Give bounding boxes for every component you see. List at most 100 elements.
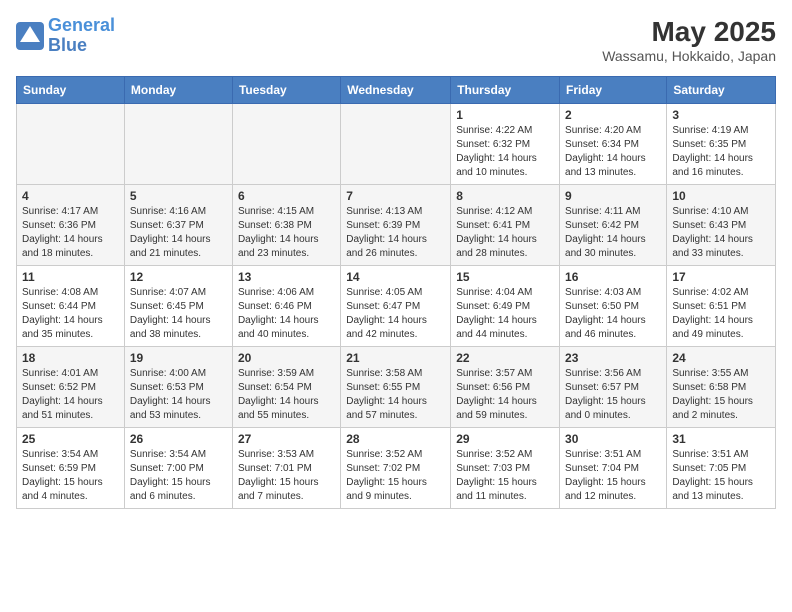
calendar-cell: 16 Sunrise: 4:03 AM Sunset: 6:50 PM Dayli… bbox=[560, 266, 667, 347]
calendar-cell: 20Sunrise: 3:59 AM Sunset: 6:54 PM Dayli… bbox=[232, 347, 340, 428]
logo-line2: Blue bbox=[48, 35, 87, 55]
calendar-week-5: 25Sunrise: 3:54 AM Sunset: 6:59 PM Dayli… bbox=[17, 428, 776, 509]
day-info: Sunrise: 3:57 AM Sunset: 6:56 PM Dayligh… bbox=[456, 367, 554, 423]
day-number: 8 bbox=[456, 189, 554, 203]
calendar-week-2: 4 Sunrise: 4:17 AM Sunset: 6:36 PM Daylig… bbox=[17, 185, 776, 266]
location-title: Wassamu, Hokkaido, Japan bbox=[602, 48, 776, 64]
logo-text: General Blue bbox=[48, 16, 115, 56]
day-info: Sunrise: 3:58 AM Sunset: 6:55 PM Dayligh… bbox=[346, 367, 445, 423]
day-number: 19 bbox=[130, 351, 227, 365]
day-number: 21 bbox=[346, 351, 445, 365]
day-info: Sunrise: 3:51 AM Sunset: 7:05 PM Dayligh… bbox=[672, 448, 770, 504]
day-number: 24 bbox=[672, 351, 770, 365]
weekday-header-wednesday: Wednesday bbox=[341, 77, 451, 104]
day-info: Sunrise: 4:16 AM Sunset: 6:37 PM Dayligh… bbox=[130, 205, 227, 261]
day-number: 3 bbox=[672, 108, 770, 122]
day-info: Sunrise: 4:19 AM Sunset: 6:35 PM Dayligh… bbox=[672, 124, 770, 180]
calendar-cell: 27Sunrise: 3:53 AM Sunset: 7:01 PM Dayli… bbox=[232, 428, 340, 509]
logo-icon bbox=[16, 22, 44, 50]
day-info: Sunrise: 4:20 AM Sunset: 6:34 PM Dayligh… bbox=[565, 124, 661, 180]
day-number: 26 bbox=[130, 432, 227, 446]
calendar-cell: 31Sunrise: 3:51 AM Sunset: 7:05 PM Dayli… bbox=[667, 428, 776, 509]
day-number: 2 bbox=[565, 108, 661, 122]
day-info: Sunrise: 4:04 AM Sunset: 6:49 PM Dayligh… bbox=[456, 286, 554, 342]
calendar-cell: 13 Sunrise: 4:06 AM Sunset: 6:46 PM Dayli… bbox=[232, 266, 340, 347]
day-number: 13 bbox=[238, 270, 335, 284]
day-number: 22 bbox=[456, 351, 554, 365]
day-info: Sunrise: 4:01 AM Sunset: 6:52 PM Dayligh… bbox=[22, 367, 119, 423]
calendar-cell bbox=[232, 104, 340, 185]
day-number: 15 bbox=[456, 270, 554, 284]
day-info: Sunrise: 4:10 AM Sunset: 6:43 PM Dayligh… bbox=[672, 205, 770, 261]
calendar-cell bbox=[124, 104, 232, 185]
day-number: 6 bbox=[238, 189, 335, 203]
day-number: 18 bbox=[22, 351, 119, 365]
calendar-cell: 22 Sunrise: 3:57 AM Sunset: 6:56 PM Dayli… bbox=[451, 347, 560, 428]
weekday-header-thursday: Thursday bbox=[451, 77, 560, 104]
calendar-cell: 18 Sunrise: 4:01 AM Sunset: 6:52 PM Dayli… bbox=[17, 347, 125, 428]
day-number: 12 bbox=[130, 270, 227, 284]
day-info: Sunrise: 4:15 AM Sunset: 6:38 PM Dayligh… bbox=[238, 205, 335, 261]
day-info: Sunrise: 4:17 AM Sunset: 6:36 PM Dayligh… bbox=[22, 205, 119, 261]
day-info: Sunrise: 3:55 AM Sunset: 6:58 PM Dayligh… bbox=[672, 367, 770, 423]
day-number: 17 bbox=[672, 270, 770, 284]
day-info: Sunrise: 4:08 AM Sunset: 6:44 PM Dayligh… bbox=[22, 286, 119, 342]
month-title: May 2025 bbox=[602, 16, 776, 48]
day-info: Sunrise: 4:02 AM Sunset: 6:51 PM Dayligh… bbox=[672, 286, 770, 342]
calendar-cell bbox=[17, 104, 125, 185]
calendar-cell: 9Sunrise: 4:11 AM Sunset: 6:42 PM Daylig… bbox=[560, 185, 667, 266]
day-info: Sunrise: 3:52 AM Sunset: 7:03 PM Dayligh… bbox=[456, 448, 554, 504]
calendar-table: SundayMondayTuesdayWednesdayThursdayFrid… bbox=[16, 76, 776, 509]
calendar-cell: 1 Sunrise: 4:22 AM Sunset: 6:32 PM Daylig… bbox=[451, 104, 560, 185]
day-info: Sunrise: 4:00 AM Sunset: 6:53 PM Dayligh… bbox=[130, 367, 227, 423]
day-info: Sunrise: 4:22 AM Sunset: 6:32 PM Dayligh… bbox=[456, 124, 554, 180]
day-number: 16 bbox=[565, 270, 661, 284]
calendar-cell: 3 Sunrise: 4:19 AM Sunset: 6:35 PM Daylig… bbox=[667, 104, 776, 185]
day-info: Sunrise: 4:07 AM Sunset: 6:45 PM Dayligh… bbox=[130, 286, 227, 342]
day-number: 1 bbox=[456, 108, 554, 122]
day-number: 14 bbox=[346, 270, 445, 284]
day-number: 5 bbox=[130, 189, 227, 203]
calendar-cell: 11Sunrise: 4:08 AM Sunset: 6:44 PM Dayli… bbox=[17, 266, 125, 347]
day-number: 29 bbox=[456, 432, 554, 446]
calendar-cell: 21 Sunrise: 3:58 AM Sunset: 6:55 PM Dayli… bbox=[341, 347, 451, 428]
calendar-cell: 10Sunrise: 4:10 AM Sunset: 6:43 PM Dayli… bbox=[667, 185, 776, 266]
weekday-header-row: SundayMondayTuesdayWednesdayThursdayFrid… bbox=[17, 77, 776, 104]
calendar-week-4: 18 Sunrise: 4:01 AM Sunset: 6:52 PM Dayli… bbox=[17, 347, 776, 428]
logo-line1: General bbox=[48, 15, 115, 35]
calendar-week-3: 11Sunrise: 4:08 AM Sunset: 6:44 PM Dayli… bbox=[17, 266, 776, 347]
calendar-cell: 15 Sunrise: 4:04 AM Sunset: 6:49 PM Dayli… bbox=[451, 266, 560, 347]
day-number: 7 bbox=[346, 189, 445, 203]
day-info: Sunrise: 4:12 AM Sunset: 6:41 PM Dayligh… bbox=[456, 205, 554, 261]
day-info: Sunrise: 4:06 AM Sunset: 6:46 PM Dayligh… bbox=[238, 286, 335, 342]
weekday-header-friday: Friday bbox=[560, 77, 667, 104]
calendar-cell: 25Sunrise: 3:54 AM Sunset: 6:59 PM Dayli… bbox=[17, 428, 125, 509]
calendar-cell: 6 Sunrise: 4:15 AM Sunset: 6:38 PM Daylig… bbox=[232, 185, 340, 266]
day-number: 4 bbox=[22, 189, 119, 203]
calendar-cell: 8 Sunrise: 4:12 AM Sunset: 6:41 PM Daylig… bbox=[451, 185, 560, 266]
title-block: May 2025 Wassamu, Hokkaido, Japan bbox=[602, 16, 776, 64]
calendar-cell: 17 Sunrise: 4:02 AM Sunset: 6:51 PM Dayli… bbox=[667, 266, 776, 347]
day-info: Sunrise: 4:13 AM Sunset: 6:39 PM Dayligh… bbox=[346, 205, 445, 261]
day-number: 20 bbox=[238, 351, 335, 365]
calendar-cell: 29 Sunrise: 3:52 AM Sunset: 7:03 PM Dayli… bbox=[451, 428, 560, 509]
logo: General Blue bbox=[16, 16, 115, 56]
day-info: Sunrise: 3:56 AM Sunset: 6:57 PM Dayligh… bbox=[565, 367, 661, 423]
calendar-cell: 26 Sunrise: 3:54 AM Sunset: 7:00 PM Dayli… bbox=[124, 428, 232, 509]
day-info: Sunrise: 3:54 AM Sunset: 7:00 PM Dayligh… bbox=[130, 448, 227, 504]
weekday-header-sunday: Sunday bbox=[17, 77, 125, 104]
day-number: 25 bbox=[22, 432, 119, 446]
calendar-cell: 19 Sunrise: 4:00 AM Sunset: 6:53 PM Dayli… bbox=[124, 347, 232, 428]
day-info: Sunrise: 4:03 AM Sunset: 6:50 PM Dayligh… bbox=[565, 286, 661, 342]
calendar-cell: 24 Sunrise: 3:55 AM Sunset: 6:58 PM Dayli… bbox=[667, 347, 776, 428]
day-number: 30 bbox=[565, 432, 661, 446]
day-info: Sunrise: 4:05 AM Sunset: 6:47 PM Dayligh… bbox=[346, 286, 445, 342]
weekday-header-saturday: Saturday bbox=[667, 77, 776, 104]
day-info: Sunrise: 3:51 AM Sunset: 7:04 PM Dayligh… bbox=[565, 448, 661, 504]
calendar-cell: 28Sunrise: 3:52 AM Sunset: 7:02 PM Dayli… bbox=[341, 428, 451, 509]
day-info: Sunrise: 3:52 AM Sunset: 7:02 PM Dayligh… bbox=[346, 448, 445, 504]
calendar-cell: 14 Sunrise: 4:05 AM Sunset: 6:47 PM Dayli… bbox=[341, 266, 451, 347]
weekday-header-monday: Monday bbox=[124, 77, 232, 104]
calendar-cell: 7 Sunrise: 4:13 AM Sunset: 6:39 PM Daylig… bbox=[341, 185, 451, 266]
calendar-cell: 4 Sunrise: 4:17 AM Sunset: 6:36 PM Daylig… bbox=[17, 185, 125, 266]
